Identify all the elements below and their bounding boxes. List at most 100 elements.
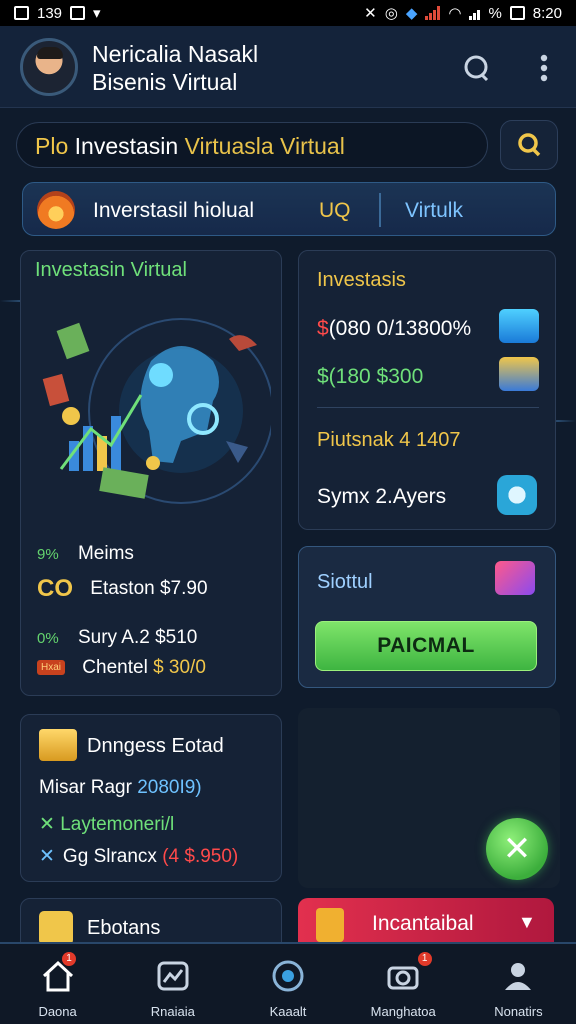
divider: [317, 407, 539, 408]
value-green: $(180 $300: [317, 365, 424, 388]
gold-box-icon: [39, 729, 77, 761]
tab-virtual[interactable]: Virtulk: [405, 199, 463, 223]
alarm-icon: ◎: [384, 5, 398, 22]
close-icon: ✕: [39, 846, 55, 867]
app-title: Nericalia Nasakl Bisenis Virtual: [92, 40, 258, 96]
wallet-icon: [499, 309, 539, 343]
signal-icon: [425, 6, 441, 20]
nav-label: Rnaiaia: [150, 1004, 195, 1019]
label-badge: Hxai: [37, 660, 66, 676]
currency-symbol: $: [317, 317, 329, 340]
list-item-text: Sury A.2 $510: [77, 627, 198, 648]
profile-icon: [498, 956, 538, 996]
nav-item-camera[interactable]: 1 Manghatoa: [346, 944, 461, 1024]
list-item-text: Chentel: [82, 657, 148, 678]
nav-item-home[interactable]: 1 Daona: [0, 944, 115, 1024]
status-bar: 139 ▾ ✕ ◎ ◆ ◠ % 8:20: [0, 0, 576, 26]
wifi-icon: ◠: [448, 5, 462, 22]
nav-label: Daona: [38, 1004, 77, 1019]
summary-label: Misar Ragr: [39, 777, 132, 798]
dropdown-title: Incantaibal: [372, 912, 474, 935]
notification-badge: 1: [62, 952, 76, 966]
search-text-prefix: Plo: [35, 133, 69, 159]
app-icon: ◆: [405, 5, 418, 22]
close-fab-button[interactable]: ✕: [486, 818, 548, 880]
primary-button[interactable]: PAICMAL: [315, 621, 537, 671]
action-card: Siottul PAICMAL: [298, 546, 556, 688]
tab-investasi[interactable]: Inverstasil hiolual: [93, 199, 254, 223]
percent-tag: 9%: [37, 546, 59, 563]
value-white: Symx 2.Ayers: [317, 485, 447, 508]
summary-card[interactable]: Dnngess Eotad Misar Ragr 2080I9) ✕ Layte…: [20, 714, 282, 882]
status-left-text: 139: [37, 4, 63, 22]
gallery-icon: [70, 6, 86, 20]
search-icon[interactable]: [458, 50, 494, 86]
more-vert-icon[interactable]: [526, 50, 562, 86]
cup-icon: [316, 908, 344, 942]
nav-label: Kaaalt: [269, 1004, 307, 1019]
tab-divider: [379, 193, 381, 227]
chart-icon: [153, 956, 193, 996]
summary-label: Slrancx: [93, 846, 157, 867]
search-icon: [518, 133, 541, 157]
card-title: Dnngess Eotad: [87, 735, 224, 757]
search-button[interactable]: [500, 120, 558, 170]
value-red-text: (080 0/13800%: [328, 317, 472, 340]
summary-line: ✕ Laytemoneri/l: [39, 814, 175, 835]
app-title-line2: Bisenis Virtual: [92, 69, 238, 95]
summary-line: Misar Ragr 2080I9): [39, 777, 202, 799]
summary-line: ✕ Gg Slrancx (4 $.950): [39, 845, 238, 868]
summary-label: Laytemoneri/l: [60, 814, 175, 835]
nav-label: Manghatoa: [370, 1004, 436, 1019]
avatar[interactable]: [20, 38, 78, 96]
screenshot-icon: [14, 6, 29, 20]
card-title: Siottul: [317, 571, 373, 593]
investment-card[interactable]: Investasin Virtual 9% Meims CO Etaston $…: [20, 250, 282, 696]
nav-label: Nonatirs: [494, 1004, 543, 1019]
battery-icon: [509, 6, 525, 20]
notification-badge: 1: [417, 952, 432, 966]
battery-percent: %: [488, 4, 502, 22]
ai-investment-illustration: [42, 318, 271, 504]
value-red: $(080 0/13800%: [317, 317, 471, 341]
nav-item-compass[interactable]: Kaaalt: [230, 944, 345, 1024]
value-yellow: Piutsnak 4 1407: [317, 429, 461, 451]
chevron-down-icon: ▼: [518, 912, 536, 932]
category-tabs: Inverstasil hiolual UQ Virtulk: [22, 182, 556, 236]
percent-tag: 0%: [37, 630, 59, 647]
card-title: Ebotans: [87, 917, 161, 939]
investasis-card[interactable]: Investasis $(080 0/13800% $(180 $300 Piu…: [298, 250, 556, 530]
list-item-value: $ 30/0: [153, 657, 206, 678]
summary-value: 2080I9): [137, 777, 202, 798]
search-text-main: Investasin: [74, 133, 179, 159]
notification-icon: ▾: [93, 5, 101, 22]
app-header: Nericalia Nasakl Bisenis Virtual: [0, 26, 576, 108]
bottom-nav: 1 Daona Rnaiaia Kaaalt 1 Manghatoa Nonat…: [0, 942, 576, 1024]
list-item: 9% Meims: [37, 543, 134, 565]
compass-icon: [268, 956, 308, 996]
search-text-suffix: Virtuasla Virtual: [184, 133, 345, 159]
nav-item-chart[interactable]: Rnaiaia: [115, 944, 230, 1024]
gift-icon: [495, 561, 535, 595]
summary-prefix: Gg: [62, 846, 89, 867]
tab-uq[interactable]: UQ: [319, 199, 351, 223]
card-title: Investasin Virtual: [35, 259, 187, 281]
camera-icon: [383, 956, 423, 996]
flame-icon: [37, 191, 75, 229]
avatar-icon: [39, 911, 73, 945]
list-item: 0% Sury A.2 $510: [37, 627, 197, 649]
coin-badge-icon: [497, 475, 537, 515]
nav-item-profile[interactable]: Nonatirs: [461, 944, 576, 1024]
card-title: Investasis: [317, 269, 406, 291]
app-title-line1: Nericalia Nasakl: [92, 41, 259, 67]
list-item-text: Etaston $7.90: [90, 578, 208, 600]
search-bar[interactable]: Plo Investasin Virtuasla Virtual: [16, 122, 488, 168]
mute-icon: ✕: [364, 5, 377, 22]
list-item: CO Etaston $7.90: [37, 575, 208, 603]
coin-icon: CO: [37, 575, 73, 602]
clock: 8:20: [532, 4, 562, 22]
list-item: Hxai Chentel $ 30/0: [37, 657, 206, 679]
list-item-text: Meims: [77, 543, 134, 564]
summary-value: (4 $.950): [162, 846, 239, 867]
signal-icon-2: [469, 6, 481, 20]
